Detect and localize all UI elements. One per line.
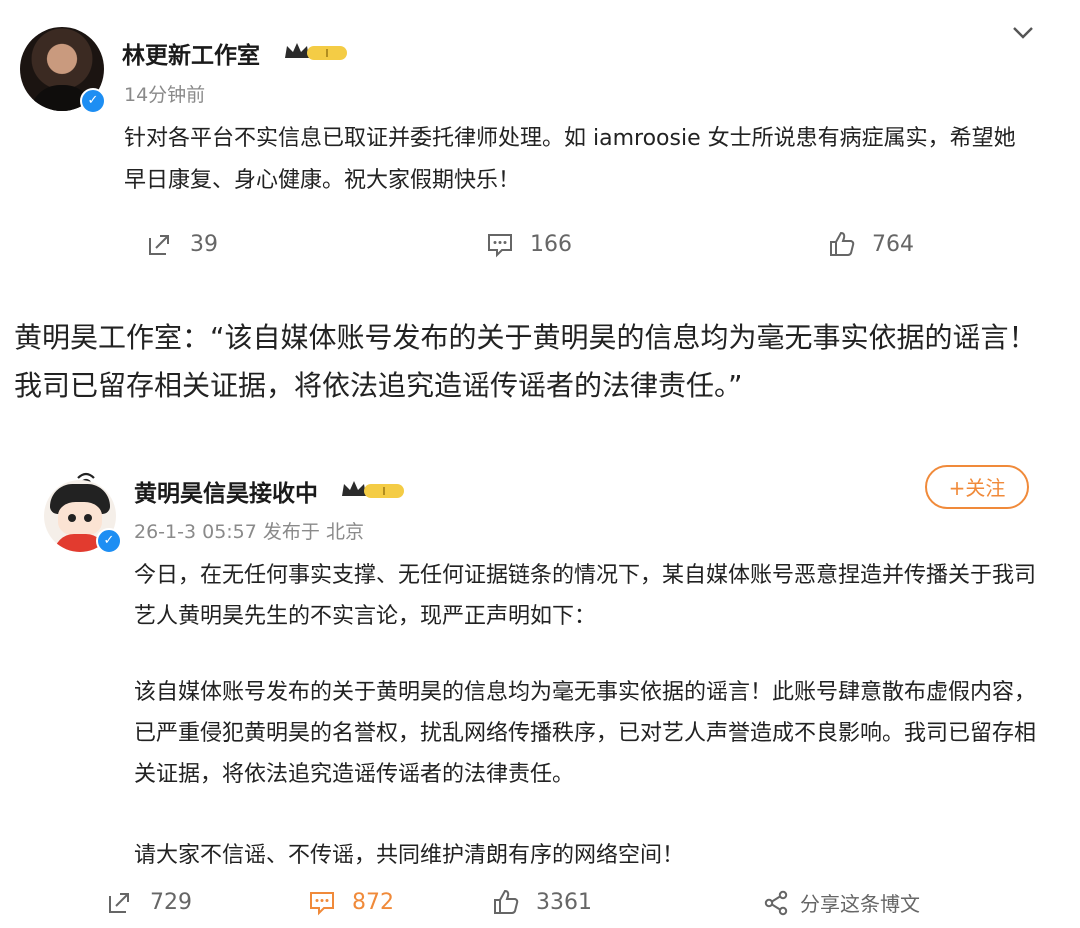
repost-icon bbox=[109, 893, 129, 913]
repost-icon bbox=[149, 235, 169, 255]
like-count: 764 bbox=[872, 231, 914, 257]
svg-text:I: I bbox=[382, 485, 385, 498]
share-button[interactable]: 分享这条博文 bbox=[762, 888, 920, 917]
repost-button[interactable]: 39 bbox=[146, 230, 218, 258]
crown-badge-icon: I bbox=[342, 481, 404, 498]
post-paragraph: 今日，在无任何事实支撑、无任何证据链条的情况下，某自媒体账号恶意捏造并传播关于我… bbox=[134, 563, 1037, 629]
post-meta: 26-1-3 05:57 发布于 北京 bbox=[134, 521, 364, 543]
author-name[interactable]: 林更新工作室 bbox=[122, 36, 260, 70]
like-button[interactable]: 3361 bbox=[492, 888, 592, 916]
share-icon bbox=[764, 890, 788, 915]
post-paragraph: 该自媒体账号发布的关于黄明昊的信息均为毫无事实依据的谣言！此账号肆意散布虚假内容… bbox=[134, 680, 1037, 787]
comment-count: 872 bbox=[352, 889, 394, 915]
like-icon bbox=[494, 889, 519, 914]
comment-icon bbox=[488, 234, 512, 258]
follow-button[interactable]: +关注 bbox=[925, 465, 1029, 509]
svg-text:I: I bbox=[325, 47, 328, 60]
like-icon bbox=[830, 231, 855, 256]
author-name[interactable]: 黄明昊信昊接收中 bbox=[134, 474, 318, 508]
like-button[interactable]: 764 bbox=[828, 230, 914, 258]
share-label: 分享这条博文 bbox=[800, 892, 920, 916]
verified-icon: ✓ bbox=[96, 528, 122, 554]
crown-badge-icon: I bbox=[285, 43, 347, 60]
comment-button[interactable]: 872 bbox=[308, 888, 394, 916]
repost-count: 729 bbox=[150, 889, 192, 915]
quoted-statement: 黄明昊工作室：“该自媒体账号发布的关于黄明昊的信息均为毫无事实依据的谣言！我司已… bbox=[14, 321, 1037, 402]
repost-button[interactable]: 729 bbox=[106, 888, 192, 916]
weibo-post-1: ✓ 林更新工作室 I 14分钟前 针对各平台不实信息已取证并委托律师处理。如 i… bbox=[0, 0, 1065, 288]
chevron-down-icon[interactable] bbox=[1010, 22, 1036, 42]
comment-count: 166 bbox=[530, 231, 572, 257]
repost-count: 39 bbox=[190, 231, 218, 257]
post-paragraph: 请大家不信谣、不传谣，共同维护清朗有序的网络空间！ bbox=[134, 843, 685, 868]
comment-button[interactable]: 166 bbox=[486, 230, 572, 258]
post-time: 14分钟前 bbox=[124, 84, 206, 106]
like-count: 3361 bbox=[536, 889, 592, 915]
post-content: 针对各平台不实信息已取证并委托律师处理。如 iamroosie 女士所说患有病症… bbox=[124, 126, 1016, 193]
verified-icon: ✓ bbox=[80, 88, 106, 114]
comment-icon bbox=[310, 892, 334, 916]
